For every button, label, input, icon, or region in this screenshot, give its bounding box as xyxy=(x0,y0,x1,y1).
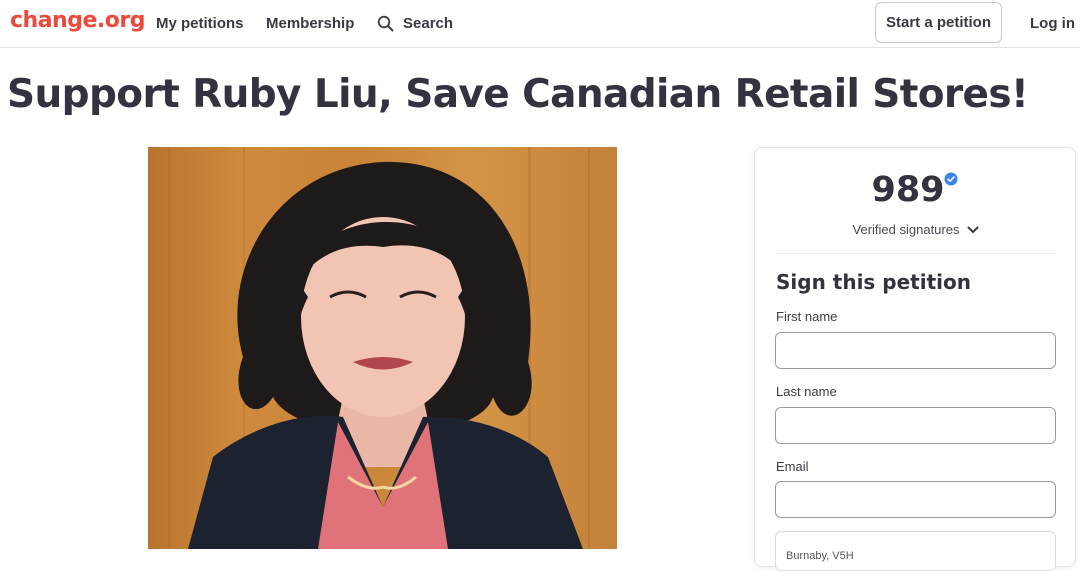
change-org-logo[interactable]: change.org xyxy=(10,8,145,33)
panel-divider xyxy=(775,253,1057,254)
chevron-down-icon xyxy=(967,222,979,237)
verified-signatures-toggle[interactable]: Verified signatures xyxy=(755,222,1077,237)
email-label: Email xyxy=(776,459,809,474)
login-link[interactable]: Log in xyxy=(1030,15,1075,32)
signature-count: 989 xyxy=(871,170,945,210)
sign-petition-heading: Sign this petition xyxy=(776,270,971,294)
search-icon xyxy=(377,15,394,32)
petition-title: Support Ruby Liu, Save Canadian Retail S… xyxy=(7,72,1029,117)
nav-search[interactable]: Search xyxy=(377,15,453,32)
top-navigation-bar: change.org My petitions Membership Searc… xyxy=(0,0,1080,48)
first-name-field[interactable] xyxy=(775,332,1056,369)
last-name-label: Last name xyxy=(776,384,837,399)
verified-check-icon xyxy=(944,172,958,191)
sign-petition-panel: 989 Verified signatures Sign this petiti… xyxy=(754,147,1077,571)
nav-search-label: Search xyxy=(403,15,454,32)
petition-photo xyxy=(148,147,617,549)
nav-membership[interactable]: Membership xyxy=(266,15,354,32)
start-petition-button[interactable]: Start a petition xyxy=(875,2,1002,43)
first-name-label: First name xyxy=(776,309,838,324)
email-field[interactable] xyxy=(775,481,1056,518)
location-field[interactable] xyxy=(775,531,1056,571)
verified-signatures-label: Verified signatures xyxy=(852,222,960,237)
nav-my-petitions[interactable]: My petitions xyxy=(156,15,244,32)
last-name-field[interactable] xyxy=(775,407,1056,444)
